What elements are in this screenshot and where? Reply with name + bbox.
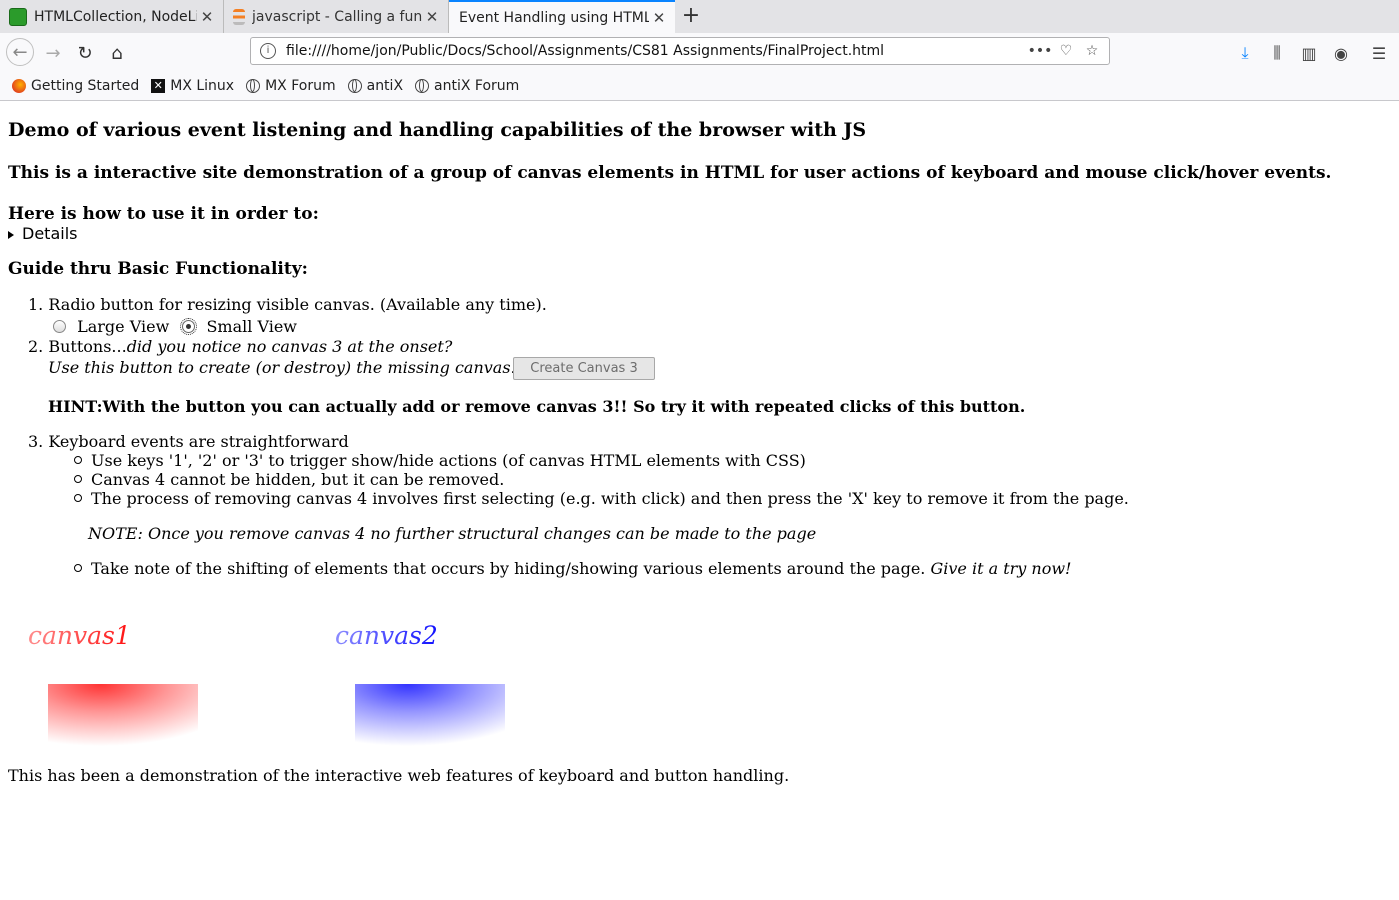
downloads-icon[interactable]: ⤓ <box>1232 39 1258 67</box>
tab-title: Event Handling using HTML <box>459 9 649 26</box>
canvas1[interactable] <box>48 684 198 746</box>
howto-heading: Here is how to use it in order to: <box>8 204 319 224</box>
radio-large-view[interactable] <box>53 320 66 333</box>
library-icon[interactable]: ⫼ <box>1264 39 1290 67</box>
bullet-icon <box>74 494 82 502</box>
globe-icon <box>347 78 362 93</box>
tab-event-handling[interactable]: Event Handling using HTML ✕ <box>449 0 675 33</box>
mx-icon: ✕ <box>151 78 166 93</box>
tab-htmlcollection[interactable]: HTMLCollection, NodeLis ✕ <box>0 0 224 33</box>
globe-icon <box>415 78 430 93</box>
canvas2-label: canvas2 <box>335 621 438 650</box>
tab-bar: HTMLCollection, NodeLis ✕ javascript - C… <box>0 0 1399 33</box>
bullet-icon <box>74 456 82 464</box>
details-summary[interactable]: Details <box>8 224 77 243</box>
sub-item-remove: The process of removing canvas 4 involve… <box>74 489 1129 508</box>
guide-heading: Guide thru Basic Functionality: <box>8 259 308 279</box>
url-text[interactable]: file:////home/jon/Public/Docs/School/Ass… <box>286 43 1027 59</box>
list-item-1: 1. Radio button for resizing visible can… <box>28 295 547 314</box>
bookmark-star-icon[interactable]: ☆ <box>1079 43 1105 59</box>
radio-small-view[interactable] <box>180 318 198 335</box>
bullet-icon <box>74 564 82 572</box>
tab-title: HTMLCollection, NodeLis <box>34 8 197 25</box>
url-bar[interactable]: i file:////home/jon/Public/Docs/School/A… <box>250 37 1110 65</box>
bookmark-mx-forum[interactable]: MX Forum <box>246 78 336 94</box>
forward-icon[interactable]: → <box>39 39 67 67</box>
page-title: Demo of various event listening and hand… <box>8 119 867 141</box>
sub-item-canvas4: Canvas 4 cannot be hidden, but it can be… <box>74 470 504 489</box>
page-content: Demo of various event listening and hand… <box>0 101 1399 900</box>
menu-icon[interactable]: ☰ <box>1366 39 1392 67</box>
pocket-icon[interactable]: ♡ <box>1053 43 1079 59</box>
radio-large-label[interactable]: Large View <box>77 317 169 336</box>
tab-title: javascript - Calling a fun <box>252 8 422 25</box>
sub-item-shifting: Take note of the shifting of elements th… <box>74 559 1071 578</box>
hint-text: HINT:With the button you can actually ad… <box>48 397 1026 416</box>
bookmark-antix[interactable]: antiX <box>347 78 403 94</box>
bookmark-mx-linux[interactable]: ✕ MX Linux <box>151 78 234 94</box>
firefox-icon <box>12 78 26 93</box>
create-canvas3-button[interactable]: Create Canvas 3 <box>513 357 655 380</box>
disclosure-triangle-icon[interactable] <box>8 231 14 239</box>
radio-group-view: Large View Small View <box>53 317 297 336</box>
bookmark-antix-forum[interactable]: antiX Forum <box>415 78 519 94</box>
page-actions-icon[interactable]: ••• <box>1027 43 1053 59</box>
note-text: NOTE: Once you remove canvas 4 no furthe… <box>88 524 817 543</box>
radio-small-label[interactable]: Small View <box>206 317 297 336</box>
close-icon[interactable]: ✕ <box>197 8 217 26</box>
browser-chrome: HTMLCollection, NodeLis ✕ javascript - C… <box>0 0 1399 101</box>
account-icon[interactable]: ◉ <box>1328 39 1354 67</box>
reload-icon[interactable]: ↻ <box>71 39 99 67</box>
list-item-3: 3. Keyboard events are straightforward <box>28 432 349 451</box>
sub-item-keys: Use keys '1', '2' or '3' to trigger show… <box>74 451 806 470</box>
sidebar-icon[interactable]: ▥ <box>1296 39 1322 67</box>
bullet-icon <box>74 475 82 483</box>
info-icon[interactable]: i <box>260 43 276 59</box>
canvas2[interactable] <box>355 684 505 746</box>
canvas1-label: canvas1 <box>28 621 131 650</box>
favicon-icon <box>9 7 27 26</box>
back-icon[interactable]: ← <box>6 38 34 66</box>
close-icon[interactable]: ✕ <box>649 9 669 27</box>
stackoverflow-icon <box>233 8 245 25</box>
nav-bar: ← → ↻ ⌂ i file:////home/jon/Public/Docs/… <box>0 33 1399 71</box>
list-item-2-line2: Use this button to create (or destroy) t… <box>48 358 516 377</box>
new-tab-icon[interactable]: + <box>679 3 703 29</box>
bookmarks-toolbar: Getting Started ✕ MX Linux MX Forum anti… <box>0 71 1399 100</box>
footer-text: This has been a demonstration of the int… <box>8 766 790 785</box>
globe-icon <box>246 78 261 93</box>
close-icon[interactable]: ✕ <box>422 8 442 26</box>
tab-stackoverflow[interactable]: javascript - Calling a fun ✕ <box>224 0 449 33</box>
home-icon[interactable]: ⌂ <box>103 39 131 67</box>
bookmark-getting-started[interactable]: Getting Started <box>12 78 139 94</box>
list-item-2: 2. Buttons...did you notice no canvas 3 … <box>28 337 453 356</box>
page-subtitle: This is a interactive site demonstration… <box>8 163 1332 183</box>
